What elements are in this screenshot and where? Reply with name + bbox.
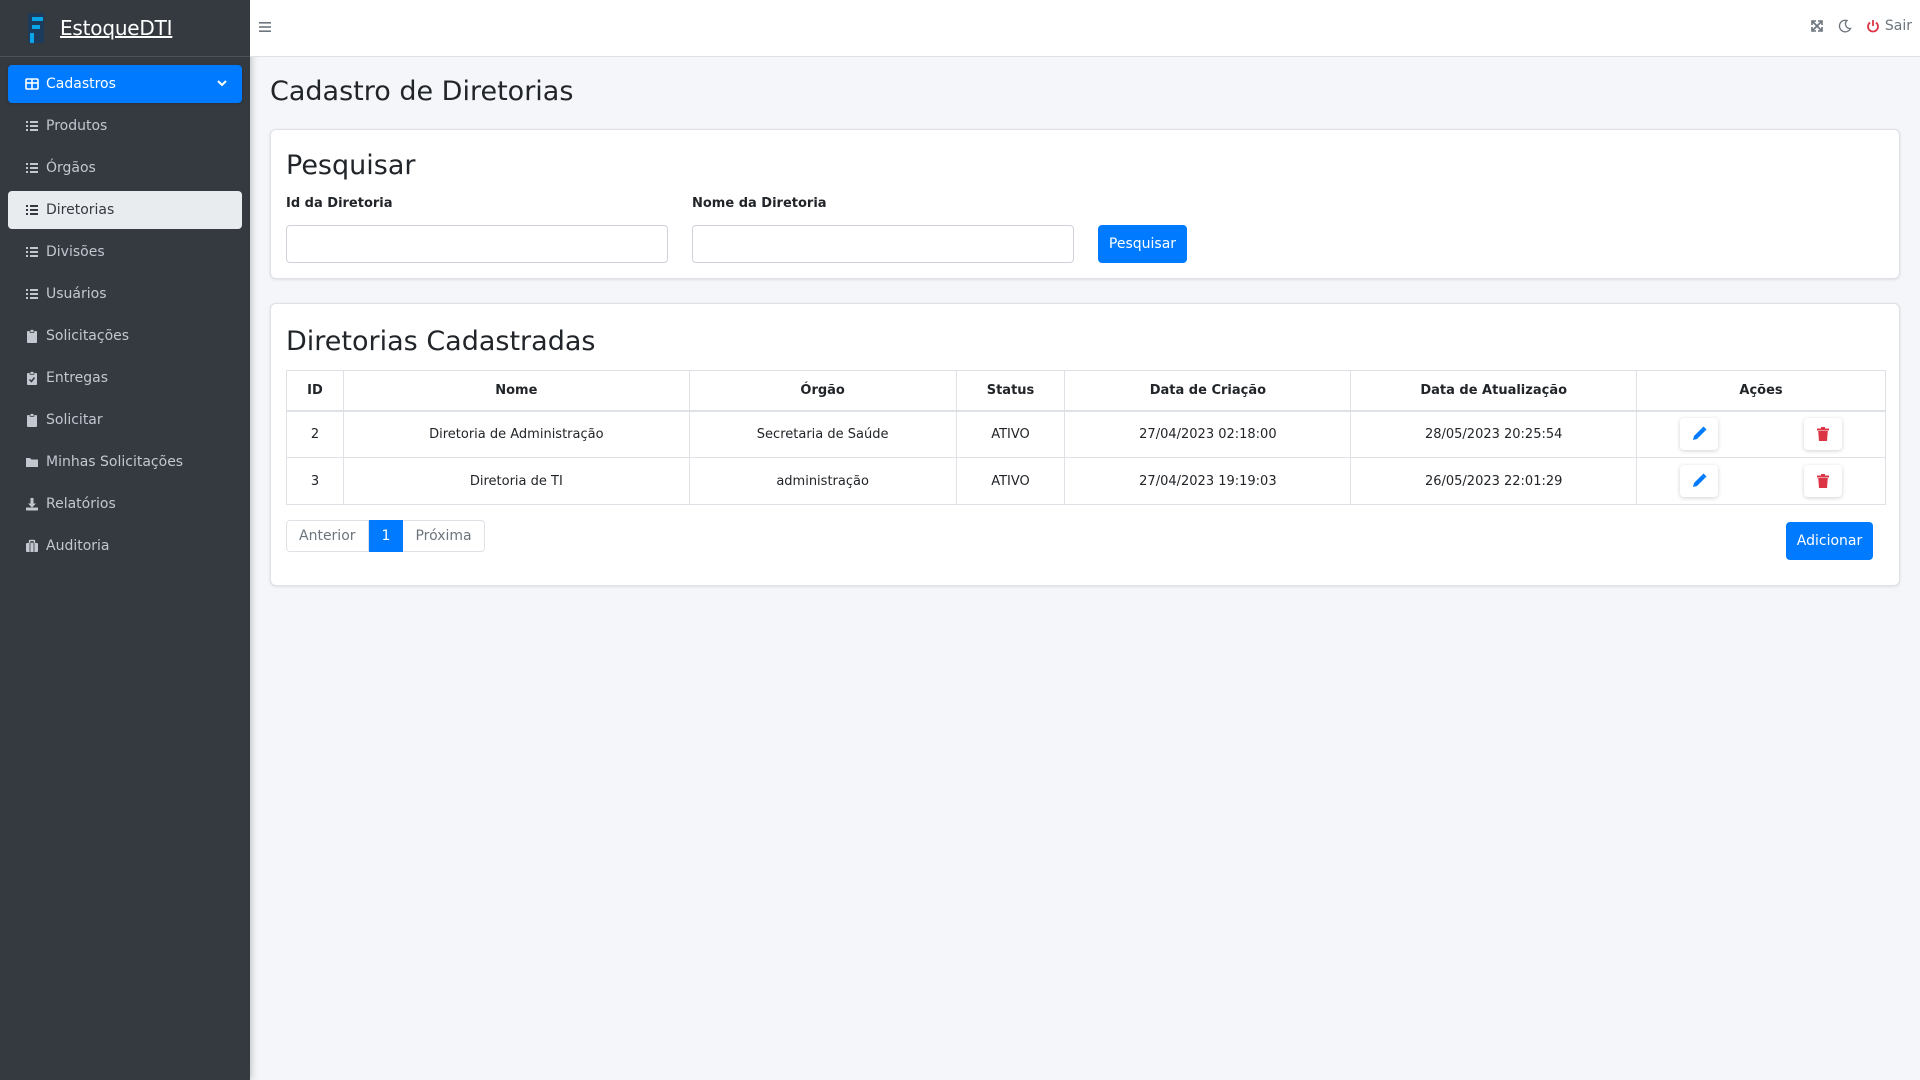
cell-data-atualizacao: 26/05/2023 22:01:29 [1350, 457, 1638, 505]
clipboard-icon [25, 329, 39, 343]
delete-button[interactable] [1804, 465, 1843, 497]
cell-data-atualizacao: 28/05/2023 20:25:54 [1350, 410, 1638, 458]
cell-id: 2 [286, 410, 344, 458]
column-header-id[interactable]: ID [286, 370, 344, 412]
list-icon [25, 203, 39, 217]
download-icon [25, 497, 39, 511]
cell-acoes [1636, 410, 1886, 458]
dark-mode-moon-icon[interactable] [1838, 19, 1852, 33]
sidebar-item-label: Auditoria [46, 538, 110, 554]
brand-logo [26, 13, 46, 43]
sidebar-item-label: Relatórios [46, 496, 116, 512]
clipboard-check-icon [25, 371, 39, 385]
edit-button[interactable] [1680, 465, 1719, 497]
pagination: Anterior 1 Próxima [286, 520, 485, 552]
directorates-table: ID Nome Órgão Status Data de Criação Dat… [286, 370, 1886, 505]
cell-data-criacao: 27/04/2023 02:18:00 [1064, 410, 1352, 458]
menu-toggle-icon[interactable] [258, 20, 272, 34]
cell-orgao: administração [688, 457, 957, 505]
table-header-row: ID Nome Órgão Status Data de Criação Dat… [286, 370, 1886, 412]
add-button[interactable]: Adicionar [1786, 522, 1873, 560]
sidebar-item-label: Diretorias [46, 202, 115, 218]
brand-link[interactable]: EstoqueDTI [0, 0, 250, 57]
pencil-icon [1693, 473, 1707, 487]
column-header-acoes: Ações [1636, 370, 1886, 412]
name-label: Nome da Diretoria [692, 196, 827, 211]
sidebar-item-label: Divisões [46, 244, 105, 260]
list-icon [25, 287, 39, 301]
pagination-page-current[interactable]: 1 [368, 520, 404, 552]
sidebar-item-entregas[interactable]: Entregas [8, 359, 242, 397]
pagination-next[interactable]: Próxima [403, 520, 485, 552]
chevron-down-icon[interactable] [216, 77, 228, 89]
sidebar-item-label: Entregas [46, 370, 109, 386]
cell-data-criacao: 27/04/2023 19:19:03 [1064, 457, 1352, 505]
cell-status: ATIVO [955, 410, 1066, 458]
folder-icon [25, 455, 39, 469]
logout-label: Sair [1884, 18, 1912, 34]
sidebar-item-divisoes[interactable]: Divisões [8, 233, 242, 271]
cell-id: 3 [286, 457, 344, 505]
sidebar-item-cadastros[interactable]: Cadastros [8, 65, 242, 103]
clipboard-icon [25, 413, 39, 427]
name-input[interactable] [692, 225, 1074, 263]
page-title: Cadastro de Diretorias [270, 76, 574, 107]
trash-icon [1817, 474, 1830, 488]
sidebar-item-label: Minhas Solicitações [46, 454, 184, 470]
sidebar-item-diretorias[interactable]: Diretorias [8, 191, 242, 229]
cell-nome: Diretoria de TI [342, 457, 690, 505]
sidebar-item-label: Cadastros [46, 76, 116, 92]
table-row: 3 Diretoria de TI administração ATIVO 27… [286, 457, 1886, 505]
cell-nome: Diretoria de Administração [342, 410, 690, 458]
sidebar-item-auditoria[interactable]: Auditoria [8, 527, 242, 565]
id-input[interactable] [286, 225, 668, 263]
brand-title[interactable]: EstoqueDTI [60, 16, 173, 40]
search-button[interactable]: Pesquisar [1098, 225, 1187, 263]
cell-status: ATIVO [955, 457, 1066, 505]
power-icon [1867, 20, 1879, 33]
fullscreen-icon[interactable] [1810, 19, 1824, 33]
delete-button[interactable] [1804, 418, 1843, 451]
main-content: Cadastro de Diretorias Pesquisar Id da D… [270, 57, 1900, 586]
id-label: Id da Diretoria [286, 196, 393, 211]
column-header-data-atualizacao[interactable]: Data de Atualização [1350, 370, 1638, 412]
cell-orgao: Secretaria de Saúde [688, 410, 957, 458]
search-card: Pesquisar Id da Diretoria Nome da Direto… [270, 129, 1900, 279]
sidebar-item-label: Solicitar [46, 412, 103, 428]
trash-icon [1817, 427, 1830, 442]
pencil-icon [1693, 426, 1707, 441]
sidebar-item-solicitar[interactable]: Solicitar [8, 401, 242, 439]
sidebar-item-produtos[interactable]: Produtos [8, 107, 242, 145]
table-row: 2 Diretoria de Administração Secretaria … [286, 410, 1886, 458]
edit-button[interactable] [1680, 418, 1719, 451]
sidebar-item-relatorios[interactable]: Relatórios [8, 485, 242, 523]
column-header-orgao[interactable]: Órgão [688, 370, 957, 412]
column-header-data-criacao[interactable]: Data de Criação [1064, 370, 1352, 412]
list-icon [25, 245, 39, 259]
list-title: Diretorias Cadastradas [286, 326, 596, 357]
sidebar-item-label: Órgãos [46, 160, 96, 176]
column-header-nome[interactable]: Nome [342, 370, 690, 412]
search-title: Pesquisar [286, 150, 416, 181]
column-header-status[interactable]: Status [955, 370, 1066, 412]
table-icon [25, 77, 39, 91]
sidebar-item-label: Solicitações [46, 328, 130, 344]
sidebar-nav: Cadastros Produtos Órgãos Diretorias Div… [0, 57, 250, 565]
logout-button[interactable]: Sair [1866, 18, 1912, 34]
sidebar-item-label: Usuários [46, 286, 107, 302]
sidebar-item-solicitacoes[interactable]: Solicitações [8, 317, 242, 355]
list-card: Diretorias Cadastradas ID Nome Órgão Sta… [270, 303, 1900, 586]
list-icon [25, 119, 39, 133]
sidebar-item-label: Produtos [46, 118, 108, 134]
briefcase-icon [25, 539, 39, 553]
top-navbar: Sair [250, 0, 1920, 57]
sidebar-item-usuarios[interactable]: Usuários [8, 275, 242, 313]
sidebar-item-minhas-solicitacoes[interactable]: Minhas Solicitações [8, 443, 242, 481]
sidebar-item-orgaos[interactable]: Órgãos [8, 149, 242, 187]
list-icon [25, 161, 39, 175]
sidebar: EstoqueDTI Cadastros Produtos Órgãos Dir… [0, 0, 250, 1080]
pagination-prev[interactable]: Anterior [286, 520, 369, 552]
cell-acoes [1636, 457, 1886, 505]
